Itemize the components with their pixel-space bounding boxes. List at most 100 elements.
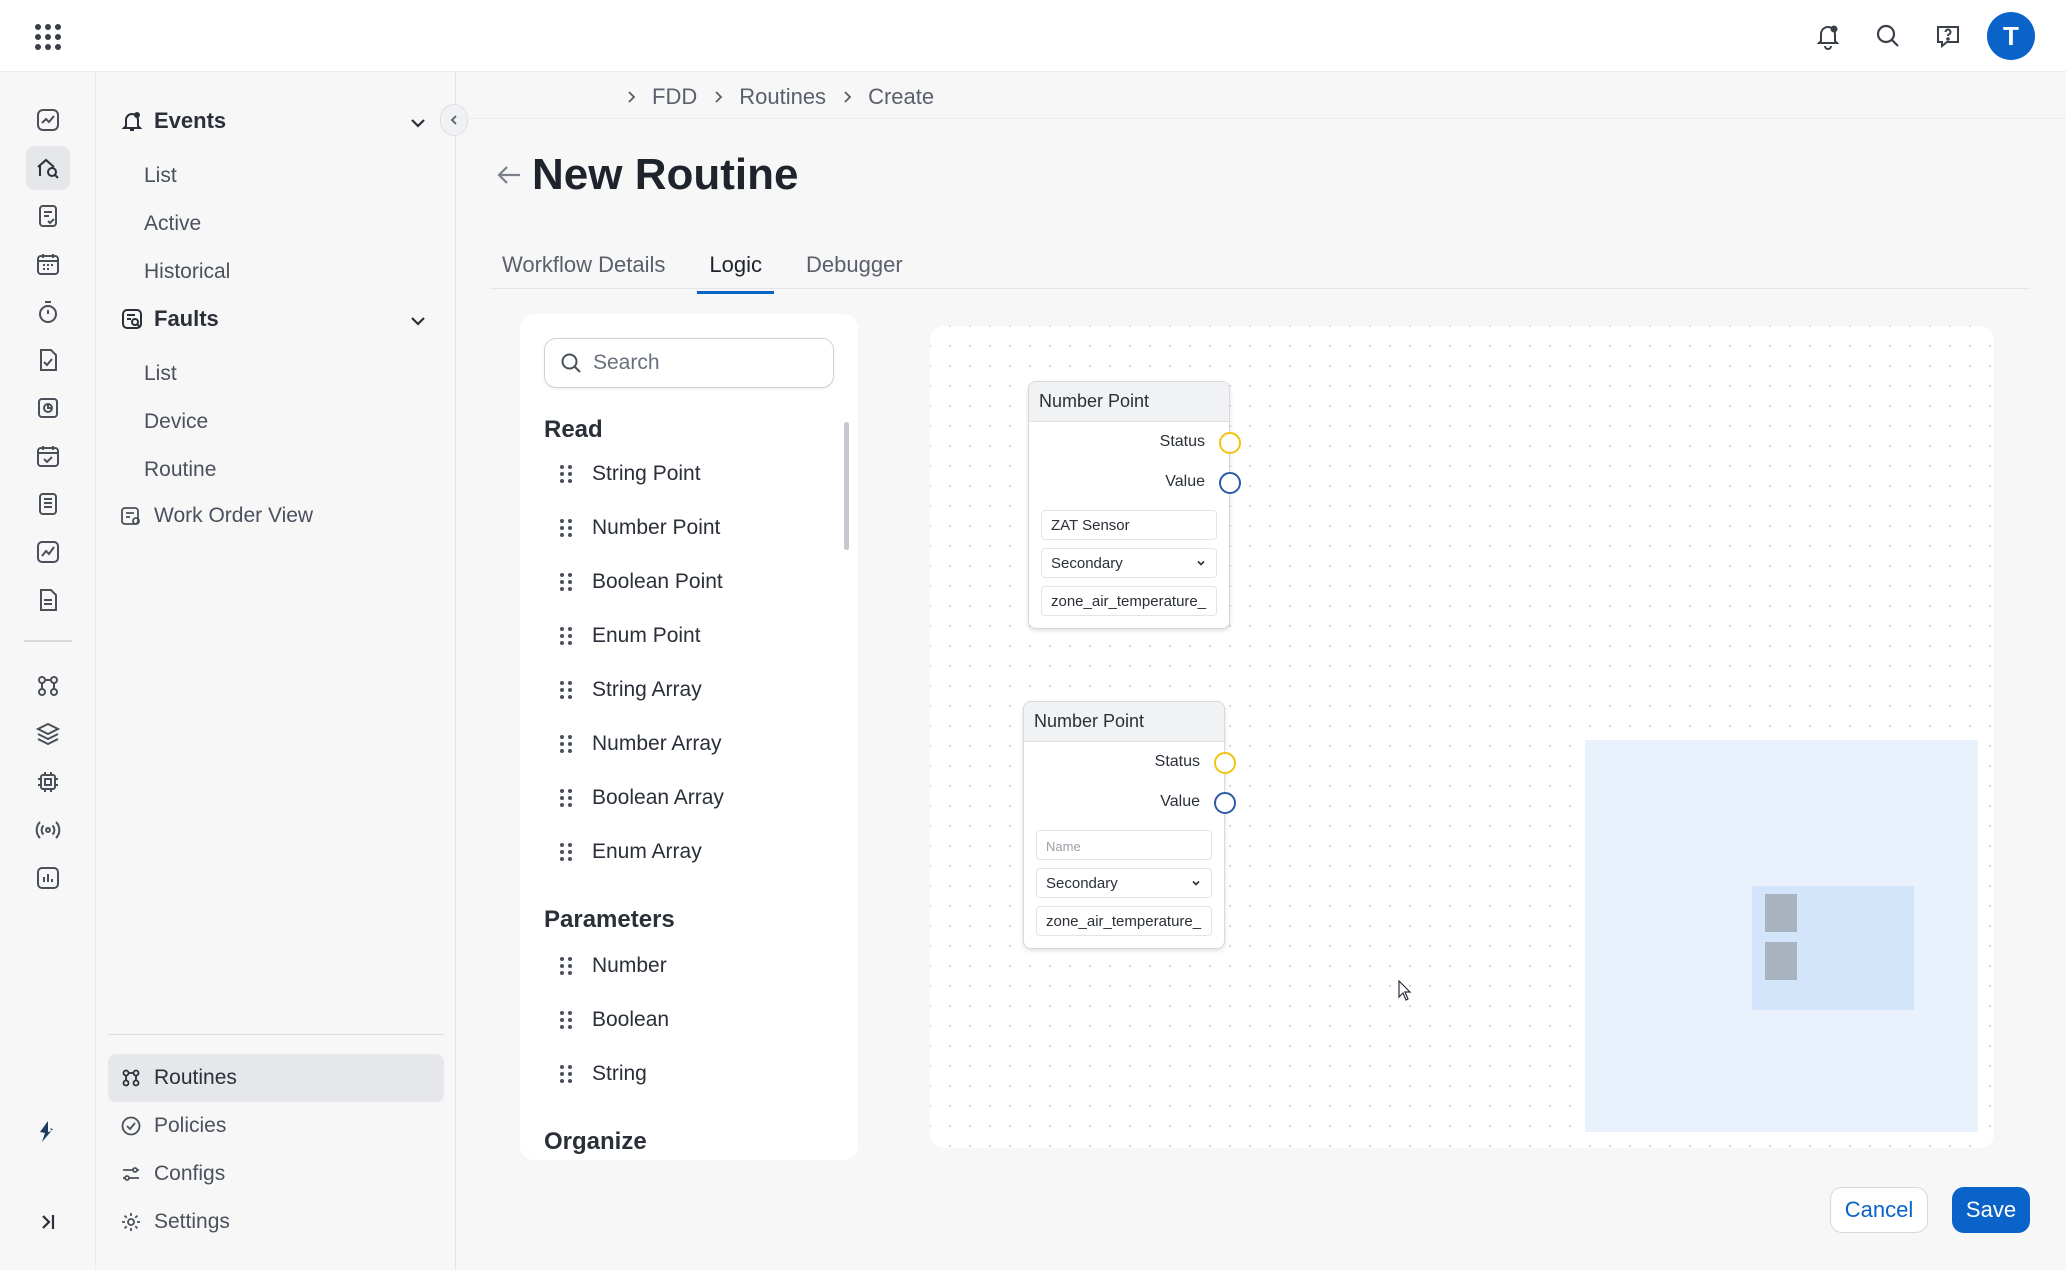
bar-chart-icon[interactable] — [26, 856, 70, 900]
mouse-cursor-icon — [1398, 980, 1412, 1001]
checklist-icon[interactable] — [26, 194, 70, 238]
nav-item-policies[interactable]: Policies — [108, 1102, 444, 1150]
palette-item-string[interactable]: String — [560, 1062, 647, 1086]
document-check-icon[interactable] — [26, 338, 70, 382]
routines-icon[interactable] — [26, 664, 70, 708]
calendar-icon[interactable] — [26, 242, 70, 286]
layers-icon[interactable] — [26, 712, 70, 756]
node-point-field[interactable]: zone_air_temperature_ — [1036, 906, 1212, 936]
search-input[interactable] — [593, 351, 813, 375]
chip-icon[interactable] — [26, 760, 70, 804]
breadcrumb-item-fdd[interactable]: FDD — [652, 84, 697, 110]
save-button[interactable]: Save — [1952, 1187, 2030, 1233]
nav-item-events-active[interactable]: Active — [144, 212, 201, 236]
report-icon[interactable] — [26, 386, 70, 430]
palette-item-number-array[interactable]: Number Array — [560, 732, 722, 756]
tab-workflow-details[interactable]: Workflow Details — [500, 248, 667, 288]
node-name-field[interactable]: ZAT Sensor — [1041, 510, 1217, 540]
brand-logo[interactable] — [22, 1106, 74, 1158]
nav-item-configs[interactable]: Configs — [108, 1150, 444, 1198]
palette-item-number-point[interactable]: Number Point — [560, 516, 720, 540]
value-output-handle[interactable] — [1219, 472, 1241, 494]
palette-item-boolean-point[interactable]: Boolean Point — [560, 570, 723, 594]
palette-item-label: Enum Point — [592, 624, 701, 647]
apps-grid-icon[interactable] — [34, 23, 61, 50]
flow-canvas[interactable]: Number Point Status Value ZAT Sensor Sec… — [930, 326, 1994, 1148]
help-chat-icon[interactable] — [1932, 20, 1964, 52]
drag-handle-icon — [560, 573, 572, 591]
drag-handle-icon — [560, 957, 572, 975]
nav-item-events-list[interactable]: List — [144, 164, 177, 188]
chart-icon[interactable] — [26, 530, 70, 574]
drag-handle-icon — [560, 519, 572, 537]
schedule-icon[interactable] — [26, 434, 70, 478]
tab-logic[interactable]: Logic — [697, 248, 774, 294]
nav-item-routines[interactable]: Routines — [108, 1054, 444, 1102]
timer-icon[interactable] — [26, 290, 70, 334]
bell-icon[interactable] — [1812, 20, 1844, 52]
nav-item-faults-routine[interactable]: Routine — [144, 458, 216, 482]
nav-item-settings[interactable]: Settings — [108, 1198, 444, 1246]
list-document-icon[interactable] — [26, 482, 70, 526]
top-bar: T — [0, 0, 2066, 72]
nav-item-events-historical[interactable]: Historical — [144, 260, 230, 284]
nav-item-configs-label: Configs — [154, 1162, 226, 1185]
status-output-handle[interactable] — [1219, 432, 1241, 454]
cancel-button[interactable]: Cancel — [1830, 1187, 1928, 1233]
port-status: Status — [1029, 422, 1241, 462]
node-select-field[interactable]: Secondary — [1041, 548, 1217, 578]
palette-item-label: Number — [592, 954, 667, 977]
nav-item-work-order-view[interactable]: Work Order View — [120, 504, 313, 528]
chevron-down-icon[interactable] — [407, 112, 429, 134]
node-title: Number Point — [1029, 382, 1229, 422]
palette-item-label: Boolean Point — [592, 570, 723, 593]
palette-item-string-point[interactable]: String Point — [560, 462, 701, 486]
palette-item-boolean[interactable]: Boolean — [560, 1008, 669, 1032]
page-title: New Routine — [532, 150, 799, 199]
node-number-point[interactable]: Number Point Status Value ZAT Sensor Sec… — [1028, 381, 1241, 629]
section-organize-heading: Organize — [544, 1128, 647, 1155]
palette-item-boolean-array[interactable]: Boolean Array — [560, 786, 724, 810]
breadcrumb-item-create: Create — [868, 84, 935, 109]
nav-item-faults-list[interactable]: List — [144, 362, 177, 386]
palette-item-string-array[interactable]: String Array — [560, 678, 702, 702]
palette-item-label: Enum Array — [592, 840, 702, 863]
node-select-field[interactable]: Secondary — [1036, 868, 1212, 898]
expand-sidebar-icon[interactable] — [26, 1200, 70, 1244]
collapse-nav-button[interactable] — [440, 104, 468, 136]
back-arrow-icon[interactable] — [494, 160, 524, 190]
breadcrumb-root[interactable] — [485, 82, 610, 112]
nav-group-faults[interactable]: Faults — [120, 306, 219, 332]
chevron-down-icon[interactable] — [407, 310, 429, 332]
palette-item-enum-array[interactable]: Enum Array — [560, 840, 702, 864]
dashboard-icon[interactable] — [26, 98, 70, 142]
breadcrumb: FDD Routines Create — [485, 82, 934, 112]
breadcrumb-item-routines[interactable]: Routines — [739, 84, 826, 110]
nav-item-work-order-view-label: Work Order View — [154, 504, 314, 527]
nav-item-faults-device[interactable]: Device — [144, 410, 208, 434]
palette-item-number[interactable]: Number — [560, 954, 667, 978]
value-output-handle[interactable] — [1214, 792, 1236, 814]
palette-scrollbar[interactable] — [844, 422, 849, 550]
drag-handle-icon — [560, 1011, 572, 1029]
search-icon[interactable] — [1872, 20, 1904, 52]
broadcast-icon[interactable] — [26, 808, 70, 852]
analytics-home-icon[interactable] — [26, 146, 70, 190]
palette-item-label: Number Array — [592, 732, 722, 755]
nav-item-policies-label: Policies — [154, 1114, 227, 1137]
nav-group-events[interactable]: Events — [120, 108, 226, 134]
canvas-minimap[interactable] — [1585, 740, 1978, 1132]
node-title: Number Point — [1024, 702, 1224, 742]
tab-debugger[interactable]: Debugger — [804, 248, 905, 288]
node-number-point[interactable]: Number Point Status Value Name Secondary… — [1023, 701, 1236, 949]
file-icon[interactable] — [26, 578, 70, 622]
node-name-field[interactable]: Name — [1036, 830, 1212, 860]
status-output-handle[interactable] — [1214, 752, 1236, 774]
node-palette: Read String Point Number Point Boolean P… — [520, 314, 858, 1160]
node-point-field[interactable]: zone_air_temperature_ — [1041, 586, 1217, 616]
port-status: Status — [1024, 742, 1236, 782]
palette-item-label: String Point — [592, 462, 701, 485]
avatar[interactable]: T — [1987, 12, 2035, 60]
section-read-heading: Read — [544, 416, 603, 443]
palette-item-enum-point[interactable]: Enum Point — [560, 624, 701, 648]
